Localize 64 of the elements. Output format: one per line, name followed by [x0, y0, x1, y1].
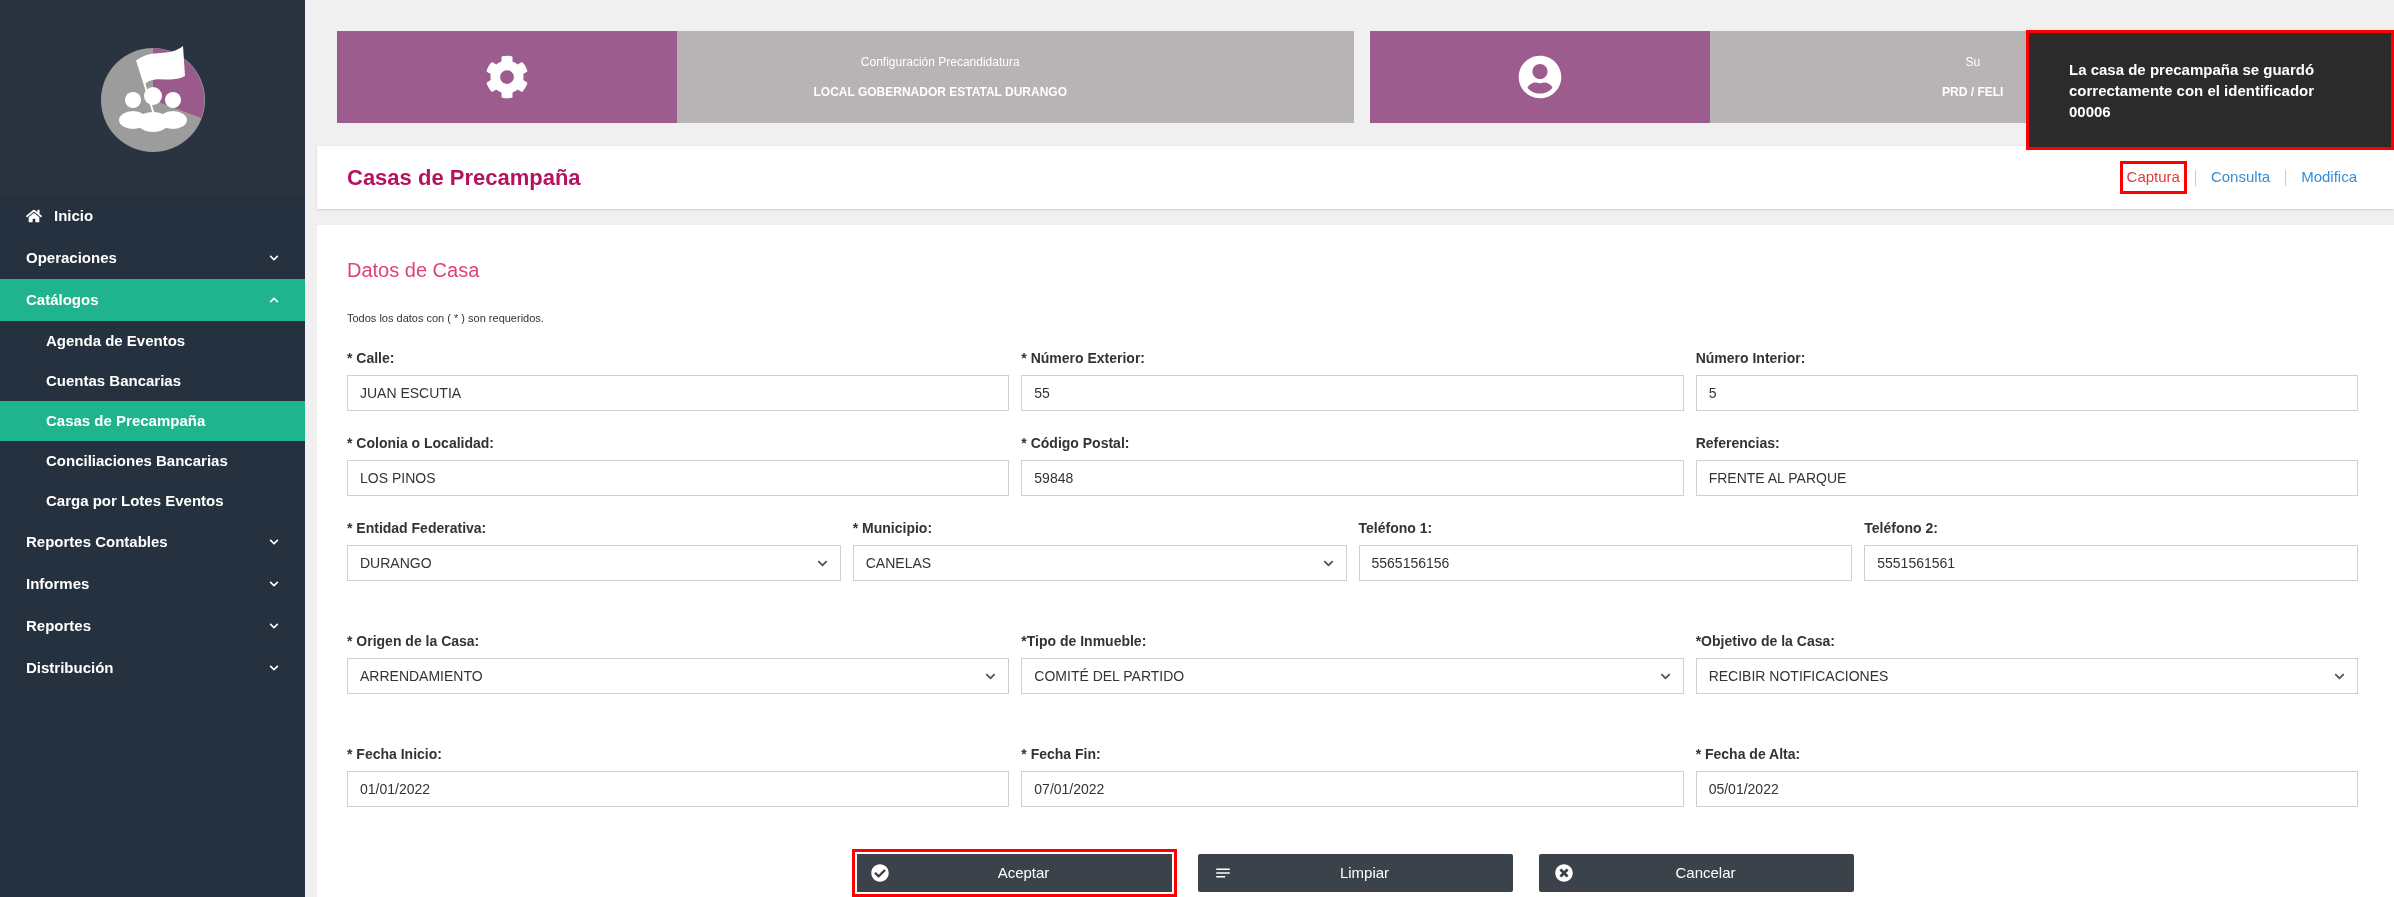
sidebar-item[interactable]: Reportes Contables [0, 521, 305, 563]
field-label: * Fecha Inicio: [347, 745, 443, 764]
user-icon [1517, 54, 1562, 99]
close-icon [1555, 864, 1573, 882]
chevron-down-icon [269, 579, 279, 589]
select-field[interactable]: ARRENDAMIENTO [347, 658, 1010, 694]
action-button[interactable]: Aceptar [852, 849, 1177, 897]
card-subtitle: PRD / FELI [1942, 83, 2004, 101]
home-icon [26, 208, 42, 224]
chevron-down-icon [269, 253, 279, 263]
sidebar-item[interactable]: Operaciones [0, 237, 305, 279]
field-label: * Fecha Fin: [1021, 745, 1102, 764]
field-label: * Entidad Federativa: [347, 519, 488, 538]
tab[interactable]: Captura [2119, 161, 2187, 194]
field-label: * Municipio: [852, 519, 934, 538]
input-field[interactable]: 05/01/2022 [1695, 771, 2358, 807]
section-title: Datos de Casa [347, 257, 481, 283]
field-label: * Calle: [347, 349, 396, 368]
card-title: Su [1965, 53, 1981, 71]
input-field[interactable]: LOS PINOS [347, 460, 1010, 496]
field-label: * Colonia o Localidad: [347, 434, 495, 453]
select-field[interactable]: COMITÉ DEL PARTIDO [1021, 658, 1684, 694]
card-title: Configuración Precandidatura [860, 53, 1020, 71]
sidebar-item[interactable]: Informes [0, 563, 305, 605]
field-label: * Código Postal: [1021, 434, 1131, 453]
field-label: Número Interior: [1695, 349, 1807, 368]
select-field[interactable]: DURANGO [347, 545, 841, 581]
sidebar-item[interactable]: Distribución [0, 647, 305, 689]
input-field[interactable]: 01/01/2022 [347, 771, 1010, 807]
chevron-down-icon [269, 537, 279, 547]
select-field[interactable]: RECIBIR NOTIFICACIONES [1695, 658, 2358, 694]
input-field[interactable]: 59848 [1021, 460, 1684, 496]
input-field[interactable]: 5 [1695, 375, 2358, 411]
field-label: Referencias: [1695, 434, 1781, 453]
tab[interactable]: Modifica [2294, 161, 2364, 194]
input-field[interactable]: FRENTE AL PARQUE [1695, 460, 2358, 496]
input-field[interactable]: JUAN ESCUTIA [347, 375, 1010, 411]
field-label: * Origen de la Casa: [347, 632, 481, 651]
field-label: * Número Exterior: [1021, 349, 1147, 368]
sidebar-subitem[interactable]: Conciliaciones Bancarias [0, 441, 305, 481]
card-subtitle: LOCAL GOBERNADOR ESTATAL DURANGO [813, 83, 1068, 101]
page-title: Casas de Precampaña [347, 164, 582, 192]
field-label: *Tipo de Inmueble: [1021, 632, 1148, 651]
toast-notification: La casa de precampaña se guardó correctamente con el identificador 00006 [2026, 30, 2394, 150]
gear-icon [485, 54, 529, 99]
tab[interactable]: Consulta [2203, 161, 2278, 194]
input-field[interactable]: 5565156156 [1358, 545, 1853, 581]
chevron-up-icon [269, 295, 279, 305]
sidebar-subitem[interactable]: Cuentas Bancarias [0, 361, 305, 401]
sidebar-item[interactable]: Inicio [0, 195, 305, 237]
sidebar-item[interactable]: Reportes [0, 605, 305, 647]
input-field[interactable]: 07/01/2022 [1021, 771, 1684, 807]
required-note: Todos los datos con ( * ) son requeridos. [347, 310, 545, 326]
select-field[interactable]: CANELAS [852, 545, 1347, 581]
chevron-down-icon [269, 663, 279, 673]
field-label: Teléfono 1: [1358, 519, 1434, 538]
input-field[interactable]: 55 [1021, 375, 1684, 411]
sidebar-subitem[interactable]: Agenda de Eventos [0, 321, 305, 361]
input-field[interactable]: 5551561561 [1864, 545, 2358, 581]
field-label: *Objetivo de la Casa: [1695, 632, 1836, 651]
field-label: * Fecha de Alta: [1695, 745, 1802, 764]
sidebar-subitem[interactable]: Carga por Lotes Eventos [0, 481, 305, 521]
field-label: Teléfono 2: [1864, 519, 1939, 538]
chevron-down-icon [269, 621, 279, 631]
